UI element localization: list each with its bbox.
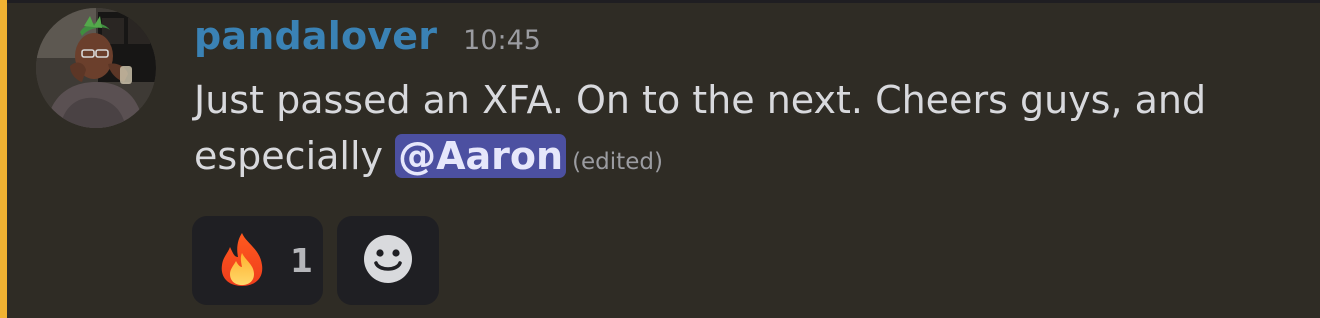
edited-label: (edited) (572, 149, 663, 175)
add-reaction-button[interactable] (337, 216, 439, 305)
username[interactable]: pandalover (194, 14, 437, 58)
message-text: Just passed an XFA. On to the next. Chee… (194, 78, 1207, 178)
divider (0, 0, 1320, 3)
message-content: Just passed an XFA. On to the next. Chee… (194, 72, 1294, 190)
reactions-bar: 1 (192, 216, 439, 305)
chat-message: pandalover 10:45 Just passed an XFA. On … (0, 0, 1320, 318)
message-header: pandalover 10:45 (194, 14, 541, 68)
add-reaction-smiley-icon (362, 233, 414, 289)
fire-icon (216, 231, 268, 291)
mention-highlight-bar (0, 0, 7, 318)
timestamp[interactable]: 10:45 (463, 25, 541, 56)
reaction-count: 1 (290, 241, 313, 280)
user-mention[interactable]: @Aaron (395, 134, 567, 178)
avatar-image (36, 8, 156, 128)
avatar[interactable] (36, 8, 156, 128)
reaction-fire[interactable]: 1 (192, 216, 323, 305)
